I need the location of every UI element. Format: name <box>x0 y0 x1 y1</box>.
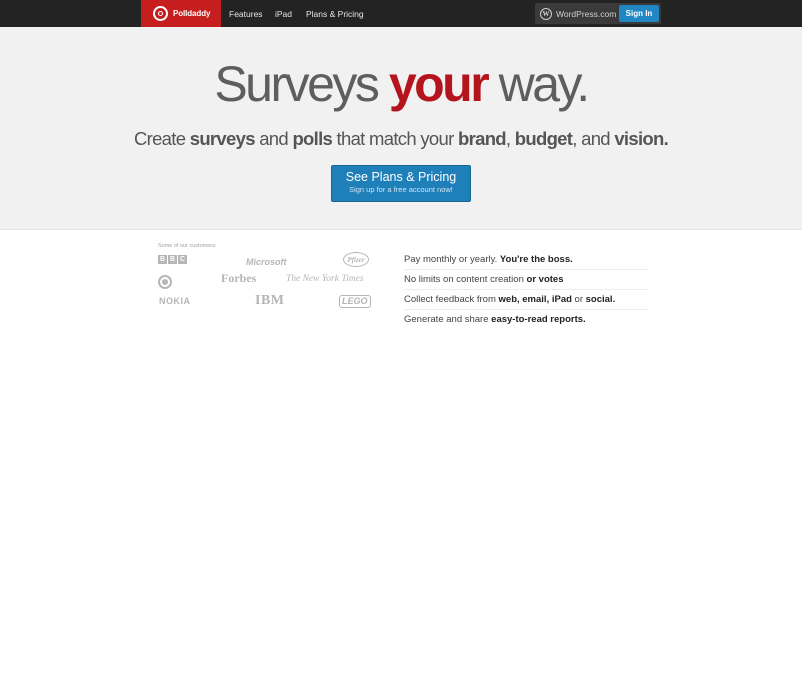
feature-highlight: or votes <box>526 274 564 285</box>
top-navigation-bar: Polldaddy Features iPad Plans & Pricing … <box>0 0 802 27</box>
feature-item: Collect feedback from web, email, iPad o… <box>404 290 648 310</box>
microsoft-logo: Microsoft <box>246 257 287 267</box>
bbc-letter: B <box>158 255 167 264</box>
wordpress-login-box: W WordPress.com Sign In <box>535 3 661 24</box>
nav-item-features: Features <box>229 0 263 27</box>
subhead-part: that match your <box>332 128 458 149</box>
headline-start: Surveys <box>214 56 389 112</box>
feature-highlight: You're the boss. <box>499 254 573 265</box>
forbes-logo: Forbes <box>221 271 257 285</box>
feature-highlight: web, email, iPad <box>498 294 572 305</box>
subhead-keyword: surveys <box>189 128 256 149</box>
feature-highlight: easy-to-read reports. <box>491 314 586 325</box>
headline-end: way. <box>487 56 591 112</box>
see-plans-pricing-button[interactable]: See Plans & Pricing Sign up for a free a… <box>331 165 471 202</box>
cbs-eye-logo <box>158 275 172 289</box>
feature-text: Collect feedback from <box>404 294 499 305</box>
feature-item: Generate and share easy-to-read reports. <box>404 310 648 329</box>
feature-item: No limits on content creation or votes <box>404 270 648 290</box>
hero-subheading: Create surveys and polls that match your… <box>0 128 802 150</box>
subhead-part: and <box>254 128 293 149</box>
hero-headline: Surveys your way. <box>0 55 802 113</box>
new-york-times-logo: The New York Times <box>286 274 364 284</box>
feature-highlight: social. <box>585 294 616 305</box>
feature-text: No limits on content creation <box>404 274 527 285</box>
subhead-keyword: vision. <box>614 128 669 149</box>
cta-subtitle: Sign up for a free account now! <box>349 185 453 194</box>
feature-item: Pay monthly or yearly. You're the boss. <box>404 250 648 270</box>
feature-text: Generate and share <box>404 314 492 325</box>
cta-title: See Plans & Pricing <box>345 170 457 184</box>
bbc-letter: B <box>168 255 177 264</box>
subhead-keyword: polls <box>292 128 333 149</box>
feature-text: or <box>571 294 586 305</box>
headline-accent-word: your <box>388 56 490 112</box>
brand-name: Polldaddy <box>173 9 211 18</box>
nokia-logo: NOKIA <box>159 296 191 306</box>
sign-in-button[interactable]: Sign In <box>619 5 659 22</box>
nav-link-plans-pricing[interactable]: Plans & Pricing <box>306 9 364 19</box>
hero-section: Surveys your way. Create surveys and pol… <box>0 27 802 230</box>
pfizer-logo: Pfizer <box>343 252 369 267</box>
features-list: Pay monthly or yearly. You're the boss. … <box>404 250 648 329</box>
subhead-part: Create <box>133 128 190 149</box>
bbc-logo: BBC <box>158 255 187 264</box>
subhead-keyword: budget <box>514 128 573 149</box>
wordpress-label: WordPress.com <box>556 8 617 19</box>
subhead-part: , <box>505 128 515 149</box>
nav-item-ipad: iPad <box>275 0 292 27</box>
bbc-letter: C <box>178 255 187 264</box>
subhead-keyword: brand <box>458 128 507 149</box>
nav-link-ipad[interactable]: iPad <box>275 9 292 19</box>
nav-item-plans-pricing: Plans & Pricing <box>306 0 364 27</box>
lego-logo: LEGO <box>339 295 371 308</box>
feature-text: Pay monthly or yearly. <box>404 254 500 265</box>
wordpress-logo-icon: W <box>540 7 552 20</box>
nav-link-features[interactable]: Features <box>229 9 263 19</box>
polldaddy-logo-icon <box>153 6 168 21</box>
polldaddy-home-link[interactable]: Polldaddy <box>141 0 221 27</box>
ibm-logo: IBM <box>255 293 285 308</box>
customers-label: Some of our customers: <box>158 243 217 249</box>
subhead-part: , and <box>572 128 615 149</box>
